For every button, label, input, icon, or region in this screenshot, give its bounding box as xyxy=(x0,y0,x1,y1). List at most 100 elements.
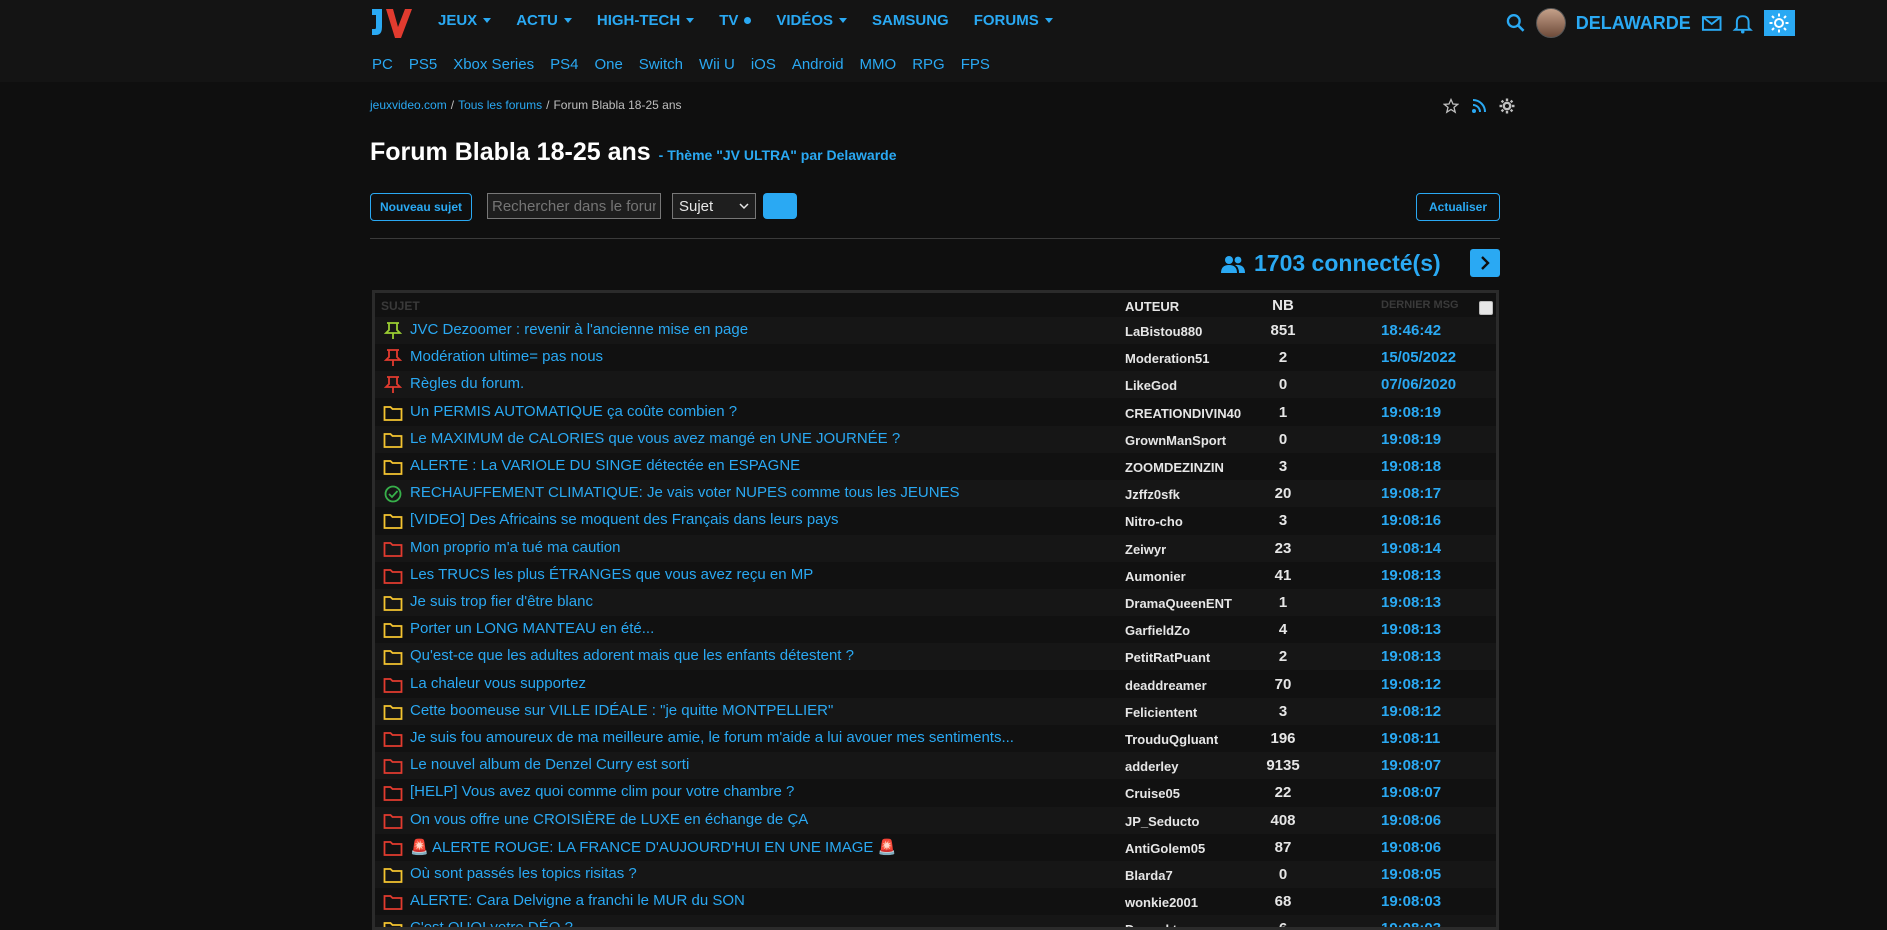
select-all-checkbox[interactable] xyxy=(1479,301,1493,315)
subnav-item-wii-u[interactable]: Wii U xyxy=(699,56,735,73)
topic-title-link[interactable]: Je suis fou amoureux de ma meilleure ami… xyxy=(410,729,1014,746)
topic-last-message-link[interactable]: 19:08:12 xyxy=(1381,676,1441,693)
username[interactable]: DELAWARDE xyxy=(1576,13,1691,34)
topic-title-link[interactable]: Où sont passés les topics risitas ? xyxy=(410,865,637,882)
topic-title-link[interactable]: Je suis trop fier d'être blanc xyxy=(410,593,593,610)
subnav-item-one[interactable]: One xyxy=(594,56,622,73)
nav-item-forums[interactable]: FORUMS xyxy=(974,12,1053,29)
subnav-item-ps4[interactable]: PS4 xyxy=(550,56,578,73)
topic-author[interactable]: Zeiwyr xyxy=(1125,542,1166,557)
topic-last-message-link[interactable]: 19:08:17 xyxy=(1381,485,1441,502)
topic-author[interactable]: Aumonier xyxy=(1125,569,1186,584)
refresh-button[interactable]: Actualiser xyxy=(1416,193,1500,221)
new-topic-button[interactable]: Nouveau sujet xyxy=(370,193,472,221)
star-icon[interactable] xyxy=(1443,98,1459,114)
nav-item-jeux[interactable]: JEUX xyxy=(438,12,492,29)
topic-last-message-link[interactable]: 19:08:18 xyxy=(1381,458,1441,475)
topic-title-link[interactable]: [VIDEO] Des Africains se moquent des Fra… xyxy=(410,511,839,528)
nav-item-vid-os[interactable]: VIDÉOS xyxy=(776,12,848,29)
topic-last-message-link[interactable]: 19:08:13 xyxy=(1381,621,1441,638)
subnav-item-xbox-series[interactable]: Xbox Series xyxy=(453,56,534,73)
topic-title-link[interactable]: ALERTE : La VARIOLE DU SINGE détectée en… xyxy=(410,457,800,474)
topic-last-message-link[interactable]: 19:08:06 xyxy=(1381,812,1441,829)
subnav-item-fps[interactable]: FPS xyxy=(961,56,990,73)
topic-title-link[interactable]: ALERTE: Cara Delvigne a franchi le MUR d… xyxy=(410,892,745,909)
topic-author[interactable]: Nitro-cho xyxy=(1125,514,1183,529)
topic-last-message-link[interactable]: 19:08:12 xyxy=(1381,703,1441,720)
topic-author[interactable]: Jzffz0sfk xyxy=(1125,487,1180,502)
topic-author[interactable]: Moderation51 xyxy=(1125,351,1210,366)
jv-logo[interactable] xyxy=(370,5,414,41)
topic-title-link[interactable]: Le nouvel album de Denzel Curry est sort… xyxy=(410,756,689,773)
topic-author[interactable]: Cruise05 xyxy=(1125,786,1180,801)
topic-last-message-link[interactable]: 19:08:19 xyxy=(1381,431,1441,448)
topic-title-link[interactable]: Un PERMIS AUTOMATIQUE ça coûte combien ? xyxy=(410,403,737,420)
breadcrumb-home[interactable]: jeuxvideo.com xyxy=(370,98,447,112)
subnav-item-mmo[interactable]: MMO xyxy=(860,56,897,73)
topic-author[interactable]: LaBistou880 xyxy=(1125,324,1202,339)
next-page-button[interactable] xyxy=(1470,249,1500,277)
topic-last-message-link[interactable]: 19:08:19 xyxy=(1381,404,1441,421)
connected-users[interactable]: 1703 connecté(s) xyxy=(1220,250,1441,277)
topic-last-message-link[interactable]: 19:08:13 xyxy=(1381,567,1441,584)
subnav-item-ios[interactable]: iOS xyxy=(751,56,776,73)
topic-last-message-link[interactable]: 15/05/2022 xyxy=(1381,349,1456,366)
topic-last-message-link[interactable]: 19:08:13 xyxy=(1381,648,1441,665)
forum-search-input[interactable] xyxy=(487,193,661,219)
topic-title-link[interactable]: La chaleur vous supportez xyxy=(410,675,586,692)
search-submit-button[interactable] xyxy=(763,193,797,219)
topic-title-link[interactable]: On vous offre une CROISIÈRE de LUXE en é… xyxy=(410,811,808,828)
topic-author[interactable]: DramaQueenENT xyxy=(1125,596,1232,611)
topic-author[interactable]: TrouduQgluant xyxy=(1125,732,1218,747)
topic-author[interactable]: ZOOMDEZINZIN xyxy=(1125,460,1224,475)
topic-author[interactable]: Blarda7 xyxy=(1125,868,1173,883)
topic-title-link[interactable]: Porter un LONG MANTEAU en été... xyxy=(410,620,654,637)
subnav-item-switch[interactable]: Switch xyxy=(639,56,683,73)
avatar[interactable] xyxy=(1536,8,1566,38)
topic-title-link[interactable]: Modération ultime= pas nous xyxy=(410,348,603,365)
topic-title-link[interactable]: Qu'est-ce que les adultes adorent mais q… xyxy=(410,647,854,664)
topic-author[interactable]: LikeGod xyxy=(1125,378,1177,393)
topic-title-link[interactable]: Cette boomeuse sur VILLE IDÉALE : "je qu… xyxy=(410,702,833,719)
topic-author[interactable]: GarfieldZo xyxy=(1125,623,1190,638)
topic-title-link[interactable]: Mon proprio m'a tué ma caution xyxy=(410,539,620,556)
topic-author[interactable]: Felicientent xyxy=(1125,705,1197,720)
topic-last-message-link[interactable]: 19:08:14 xyxy=(1381,540,1441,557)
theme-toggle-button[interactable] xyxy=(1763,10,1795,36)
topic-last-message-link[interactable]: 19:08:11 xyxy=(1381,730,1440,747)
topic-author[interactable]: GrownManSport xyxy=(1125,433,1226,448)
topic-last-message-link[interactable]: 19:08:03 xyxy=(1381,893,1441,910)
search-scope-select[interactable]: Sujet xyxy=(672,193,756,219)
topic-title-link[interactable]: Le MAXIMUM de CALORIES que vous avez man… xyxy=(410,430,900,447)
topic-title-link[interactable]: C'est QUOI votre DÉO ? xyxy=(410,919,573,927)
subnav-item-android[interactable]: Android xyxy=(792,56,844,73)
topic-last-message-link[interactable]: 07/06/2020 xyxy=(1381,376,1456,393)
topic-author[interactable]: wonkie2001 xyxy=(1125,895,1198,910)
search-icon[interactable] xyxy=(1505,12,1526,34)
nav-item-samsung[interactable]: SAMSUNG xyxy=(872,12,949,29)
topic-title-link[interactable]: JVC Dezoomer : revenir à l'ancienne mise… xyxy=(410,321,748,338)
rss-icon[interactable] xyxy=(1471,98,1487,114)
topic-title-link[interactable]: 🚨 ALERTE ROUGE: LA FRANCE D'AUJOURD'HUI … xyxy=(410,838,896,856)
bell-icon[interactable] xyxy=(1732,12,1754,34)
subnav-item-ps5[interactable]: PS5 xyxy=(409,56,437,73)
topic-title-link[interactable]: Les TRUCS les plus ÉTRANGES que vous ave… xyxy=(410,566,813,583)
topic-last-message-link[interactable]: 19:08:16 xyxy=(1381,512,1441,529)
nav-item-high-tech[interactable]: HIGH-TECH xyxy=(597,12,695,29)
topic-author[interactable]: JP_Seducto xyxy=(1125,814,1199,829)
topic-author[interactable]: CREATIONDIVIN40 xyxy=(1125,406,1241,421)
breadcrumb-forums[interactable]: Tous les forums xyxy=(458,98,542,112)
subnav-item-pc[interactable]: PC xyxy=(372,56,393,73)
topic-author[interactable]: adderley xyxy=(1125,759,1178,774)
subnav-item-rpg[interactable]: RPG xyxy=(912,56,945,73)
topic-last-message-link[interactable]: 19:08:07 xyxy=(1381,784,1441,801)
topic-last-message-link[interactable]: 19:08:07 xyxy=(1381,757,1441,774)
topic-title-link[interactable]: [HELP] Vous avez quoi comme clim pour vo… xyxy=(410,783,794,800)
nav-item-actu[interactable]: ACTU xyxy=(516,12,572,29)
theme-credit-link[interactable]: - Thème "JV ULTRA" par Delawarde xyxy=(659,147,897,163)
gear-icon[interactable] xyxy=(1499,98,1515,114)
topic-author[interactable]: PetitRatPuant xyxy=(1125,650,1210,665)
topic-last-message-link[interactable]: 19:08:05 xyxy=(1381,866,1441,883)
topic-last-message-link[interactable]: 19:08:13 xyxy=(1381,594,1441,611)
topic-author[interactable]: AntiGolem05 xyxy=(1125,841,1205,856)
